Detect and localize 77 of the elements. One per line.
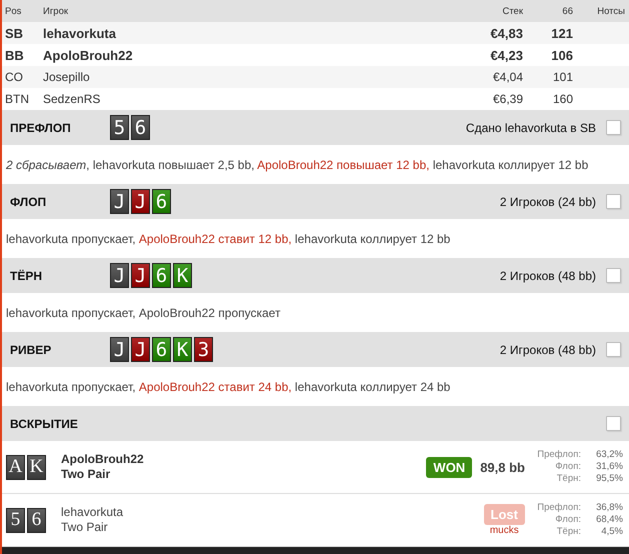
table-cell-text: lehavorkuta [43, 26, 117, 40]
checkbox[interactable] [606, 342, 621, 357]
action-line: 2 сбрасывает, lehavorkuta повышает 2,5 bb, ApoloBrouh22 повышает 12 bb, lehavorkuta коллирует 12 bb [6, 158, 588, 172]
hand-name: Two Pair [61, 467, 112, 482]
playing-card: K [173, 337, 192, 362]
table-cell-text: SedzenRS [43, 92, 102, 106]
column-header[interactable]: Pos [2, 6, 43, 16]
street-title: РИВЕР [10, 342, 52, 356]
equity-value: 4,5% [600, 526, 623, 538]
table-cell-text: CO [4, 70, 24, 84]
checkbox[interactable] [606, 120, 621, 135]
playing-card: J [110, 337, 129, 362]
table-cell-text: €4,83 [489, 26, 523, 40]
checkbox[interactable] [606, 268, 621, 283]
equity-label: Префлоп: [537, 449, 581, 461]
table-cell-text: 106 [550, 48, 573, 62]
action-line: lehavorkuta пропускает, ApoloBrouh22 пропускает [6, 306, 280, 320]
playing-card: J [110, 263, 129, 288]
muck-note: mucks [490, 525, 519, 536]
player-name: ApoloBrouh22 [61, 452, 145, 467]
street-title: ФЛОП [10, 194, 48, 208]
street-info: 2 Игроков (48 bb) [500, 268, 596, 282]
table-cell-text: Josepillo [43, 70, 91, 84]
street-title: ТЁРН [10, 268, 44, 282]
table-cell-text: 101 [552, 70, 573, 84]
equity-value: 36,8% [595, 502, 623, 514]
equity-value: 63,2% [595, 449, 623, 461]
table-cell-text: €4,04 [492, 70, 523, 84]
result-badge: WON [426, 456, 472, 478]
street-info: 2 Игроков (48 bb) [500, 342, 596, 356]
playing-card: 6 [27, 508, 46, 532]
playing-card: 3 [194, 337, 213, 362]
hand-name: Two Pair [61, 520, 109, 535]
table-cell-text: ApoloBrouh22 [43, 48, 134, 62]
win-amount: 89,8 bb [480, 460, 525, 474]
checkbox[interactable] [606, 416, 621, 431]
table-cell-text: €4,23 [489, 48, 523, 62]
playing-card: 6 [152, 337, 171, 362]
column-header[interactable]: Игрок [43, 6, 463, 16]
player-name: lehavorkuta [61, 505, 124, 520]
playing-card: 6 [152, 263, 171, 288]
table-cell-text: BB [4, 48, 25, 62]
equity-value: 68,4% [595, 514, 623, 526]
action-line: lehavorkuta пропускает, ApoloBrouh22 ставит 24 bb, lehavorkuta коллирует 24 bb [6, 380, 450, 394]
playing-card: J [131, 263, 150, 288]
result-badge: Lost [484, 504, 525, 525]
street-title: ВСКРЫТИЕ [10, 416, 79, 430]
playing-card: J [110, 189, 129, 214]
playing-card: K [27, 454, 46, 480]
street-info: 2 Игроков (24 bb) [500, 194, 596, 208]
column-header[interactable]: 66 [523, 6, 573, 16]
equity-label: Тёрн: [556, 526, 581, 538]
equity-label: Префлоп: [537, 502, 581, 514]
street-info: Сдано lehavorkuta в SB [466, 120, 596, 134]
playing-card: J [131, 189, 150, 214]
street-title: ПРЕФЛОП [10, 120, 72, 134]
table-cell-text: €6,39 [492, 92, 523, 106]
equity-value: 31,6% [595, 461, 623, 473]
playing-card: K [173, 263, 192, 288]
equity-label: Тёрн: [556, 473, 581, 485]
playing-card: J [131, 337, 150, 362]
playing-card: A [6, 454, 25, 480]
equity-label: Флоп: [554, 514, 581, 526]
table-cell-text: 121 [550, 26, 573, 40]
table-cell-text: 160 [552, 92, 573, 106]
action-line: lehavorkuta пропускает, ApoloBrouh22 ставит 12 bb, lehavorkuta коллирует 12 bb [6, 232, 450, 246]
checkbox[interactable] [606, 194, 621, 209]
playing-card: 5 [110, 115, 129, 140]
equity-value: 95,5% [595, 473, 623, 485]
table-cell-text: BTN [4, 92, 30, 106]
column-header[interactable]: Стек [463, 6, 523, 16]
playing-card: 6 [131, 115, 150, 140]
equity-label: Флоп: [554, 461, 581, 473]
column-header[interactable]: Нотсы [573, 6, 629, 16]
playing-card: 5 [6, 508, 25, 532]
playing-card: 6 [152, 189, 171, 214]
table-cell-text: SB [4, 26, 24, 40]
